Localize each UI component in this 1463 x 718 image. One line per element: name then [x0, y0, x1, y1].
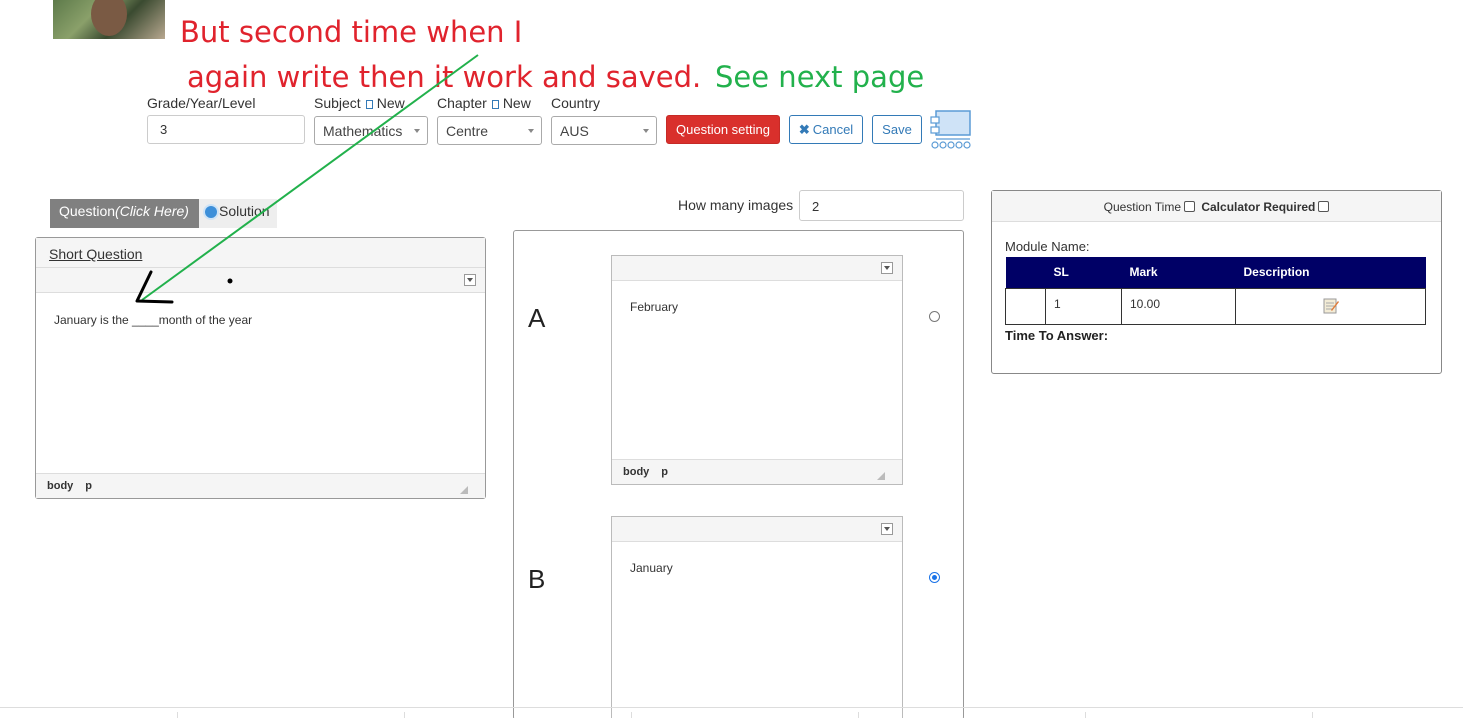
editor-status-bar: body p — [612, 459, 902, 484]
question-info-panel: Question Time Calculator Required Module… — [991, 190, 1442, 374]
question-time-checkbox[interactable] — [1184, 201, 1195, 212]
question-time-label: Question Time — [1103, 200, 1181, 214]
row-mark: 10.00 — [1121, 287, 1236, 325]
editor-toolbar — [612, 256, 902, 281]
editor-toolbar — [612, 517, 902, 542]
bottom-divider — [0, 707, 1463, 708]
status-path-body[interactable]: body — [623, 466, 649, 478]
table-header-blank — [1005, 257, 1046, 288]
calculator-required-label: Calculator Required — [1201, 200, 1316, 214]
time-to-answer-label: Time To Answer: — [1005, 328, 1109, 343]
option-a-editor-panel: February body p — [611, 255, 903, 485]
option-a-editor[interactable]: February — [612, 281, 902, 333]
module-table: SL Mark Description 1 10.00 — [1005, 257, 1426, 325]
row-sl: 1 — [1045, 287, 1122, 325]
option-b-editor-panel: January — [611, 516, 903, 718]
option-b-editor[interactable]: January — [612, 542, 902, 594]
table-header-sl: SL — [1045, 257, 1122, 288]
how-many-images-input[interactable]: 2 — [799, 190, 964, 221]
table-header-description: Description — [1235, 257, 1426, 288]
table-header-mark: Mark — [1121, 257, 1236, 288]
option-a-radio[interactable] — [929, 311, 940, 322]
answer-options-panel: A February body p B January — [513, 230, 964, 718]
table-row: 1 10.00 — [1005, 287, 1426, 325]
how-many-images-label: How many images — [678, 197, 794, 213]
calculator-required-checkbox[interactable] — [1318, 201, 1330, 212]
question-info-header: Question Time Calculator Required — [992, 191, 1441, 222]
module-name-label: Module Name: — [1005, 239, 1090, 254]
option-letter-b: B — [528, 564, 546, 594]
option-letter-a: A — [528, 303, 546, 333]
option-b-radio[interactable] — [929, 572, 940, 583]
resize-handle-icon[interactable] — [877, 472, 885, 480]
toolbar-toggle-icon[interactable] — [881, 262, 893, 274]
toolbar-toggle-icon[interactable] — [881, 523, 893, 535]
edit-note-icon[interactable] — [1323, 297, 1339, 314]
status-path-p[interactable]: p — [661, 466, 668, 478]
